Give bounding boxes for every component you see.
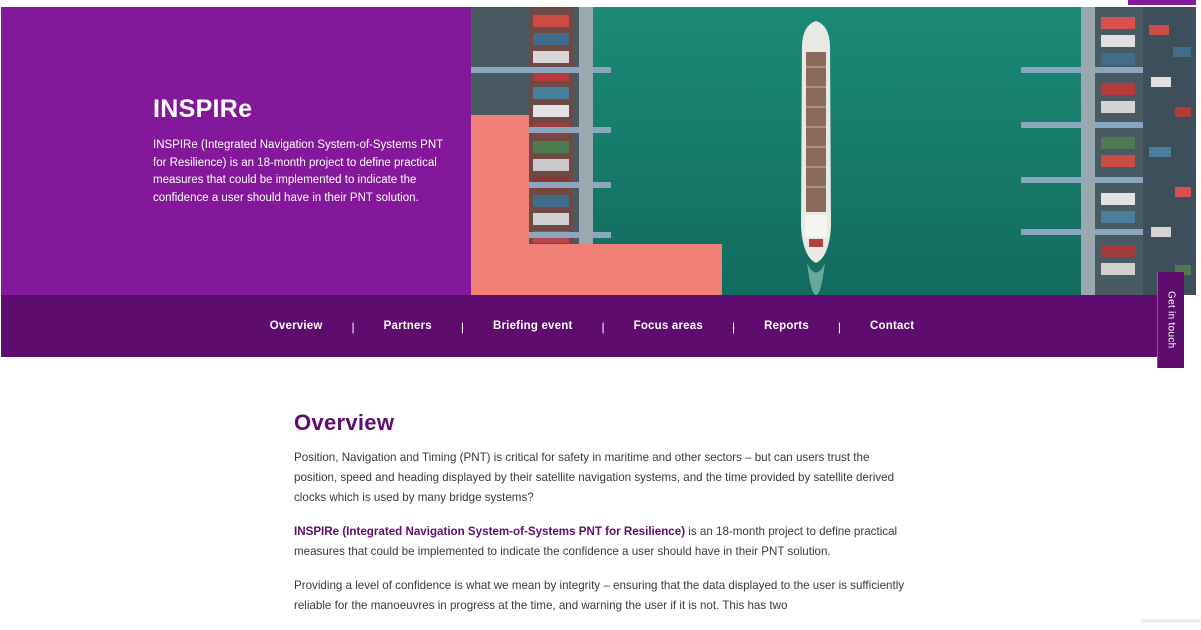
hero-banner: INSPIRe INSPIRe (Integrated Navigation S… — [1, 7, 1196, 295]
hero-text-panel: INSPIRe INSPIRe (Integrated Navigation S… — [1, 7, 471, 295]
get-in-touch-tab[interactable]: Get in touch — [1157, 272, 1184, 368]
nav-separator: | — [460, 320, 464, 334]
nav-item-reports[interactable]: Reports — [764, 320, 809, 332]
nav-item-contact[interactable]: Contact — [870, 320, 914, 332]
paragraph-project-summary: INSPIRe (Integrated Navigation System-of… — [294, 522, 914, 562]
nav-item-partners[interactable]: Partners — [384, 320, 432, 332]
nav-item-focus-areas[interactable]: Focus areas — [634, 320, 703, 332]
project-name-strong: INSPIRe (Integrated Navigation System-of… — [294, 525, 686, 538]
hero-description: INSPIRe (Integrated Navigation System-of… — [153, 139, 443, 204]
overview-section: Overview Position, Navigation and Timing… — [294, 410, 914, 630]
accent-block-vertical — [471, 115, 529, 295]
section-heading: Overview — [294, 410, 395, 435]
hero-title: INSPIRe — [153, 95, 253, 123]
nav-item-overview[interactable]: Overview — [270, 320, 323, 332]
top-accent-bar — [1128, 0, 1196, 5]
nav-separator: | — [601, 320, 605, 334]
nav-separator: | — [837, 320, 842, 334]
nav-links: Overview | Partners | Briefing event | F… — [1, 295, 1183, 357]
nav-separator: | — [351, 320, 355, 334]
hero-image-port-ship — [471, 7, 1196, 295]
main-navigation: Overview | Partners | Briefing event | F… — [1, 295, 1183, 357]
paragraph-integrity: Providing a level of confidence is what … — [294, 579, 905, 612]
accent-block-horizontal — [529, 244, 722, 295]
nav-item-briefing-event[interactable]: Briefing event — [493, 320, 572, 332]
get-in-touch-label: Get in touch — [1165, 291, 1177, 349]
corner-shadow — [1142, 619, 1201, 623]
paragraph-pnt-intro: Position, Navigation and Timing (PNT) is… — [294, 451, 895, 504]
nav-separator: | — [731, 320, 736, 334]
